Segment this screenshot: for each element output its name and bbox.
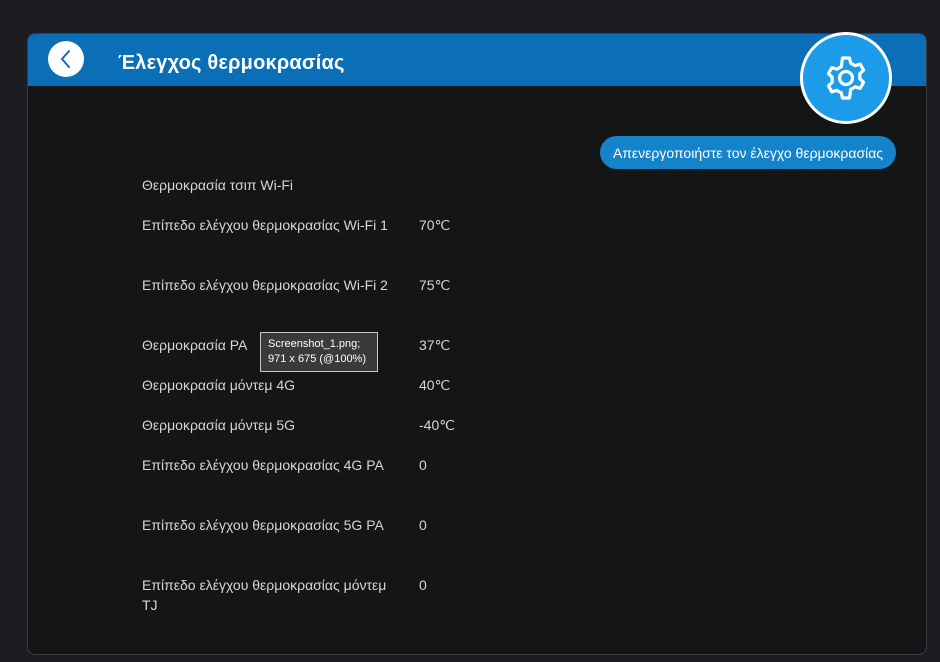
screenshot-tooltip: Screenshot_1.png; 971 x 675 (@100%) <box>260 332 378 372</box>
row-label-modem-tj-level: Επίπεδο ελέγχου θερμοκρασίας μόντεμ TJ <box>142 577 387 613</box>
chevron-left-icon <box>61 50 70 68</box>
tooltip-filename: Screenshot_1.png; <box>268 338 361 350</box>
row-value-4g-pa-level: 0 <box>419 457 427 473</box>
page-title: Έλεγχος θερμοκρασίας <box>118 52 345 74</box>
row-value-4g-modem-temp: 40℃ <box>419 377 451 393</box>
row-value-pa-temp: 37℃ <box>419 337 451 353</box>
row-label-5g-pa-level: Επίπεδο ελέγχου θερμοκρασίας 5G PA <box>142 517 384 533</box>
row-label-4g-pa-level: Επίπεδο ελέγχου θερμοκρασίας 4G PA <box>142 457 384 473</box>
row-label-wifi-chip-temp: Θερμοκρασία τσιπ Wi-Fi <box>142 177 294 193</box>
disable-temperature-control-button[interactable]: Απενεργοποιήστε τον έλεγχο θερμοκρασίας <box>600 136 896 169</box>
row-label-5g-modem-temp: Θερμοκρασία μόντεμ 5G <box>142 417 295 433</box>
row-value-wifi-level-1: 70℃ <box>419 217 451 233</box>
tooltip-dimensions: 971 x 675 (@100%) <box>268 353 367 365</box>
row-value-wifi-level-2: 75℃ <box>419 277 451 293</box>
row-label-wifi-level-2: Επίπεδο ελέγχου θερμοκρασίας Wi-Fi 2 <box>142 277 388 293</box>
gear-icon <box>826 56 866 100</box>
row-label-wifi-level-1: Επίπεδο ελέγχου θερμοκρασίας Wi-Fi 1 <box>142 217 388 233</box>
row-value-5g-pa-level: 0 <box>419 517 427 533</box>
row-value-modem-tj-level: 0 <box>419 577 427 593</box>
settings-button[interactable] <box>800 32 892 124</box>
temperature-control-panel: Έλεγχος θερμοκρασίας Θερμοκρασία τσιπ Wi… <box>27 33 927 655</box>
row-label-4g-modem-temp: Θερμοκρασία μόντεμ 4G <box>142 377 295 393</box>
back-button[interactable] <box>48 41 84 77</box>
row-value-5g-modem-temp: -40℃ <box>419 417 455 433</box>
header-bar: Έλεγχος θερμοκρασίας <box>28 34 926 86</box>
